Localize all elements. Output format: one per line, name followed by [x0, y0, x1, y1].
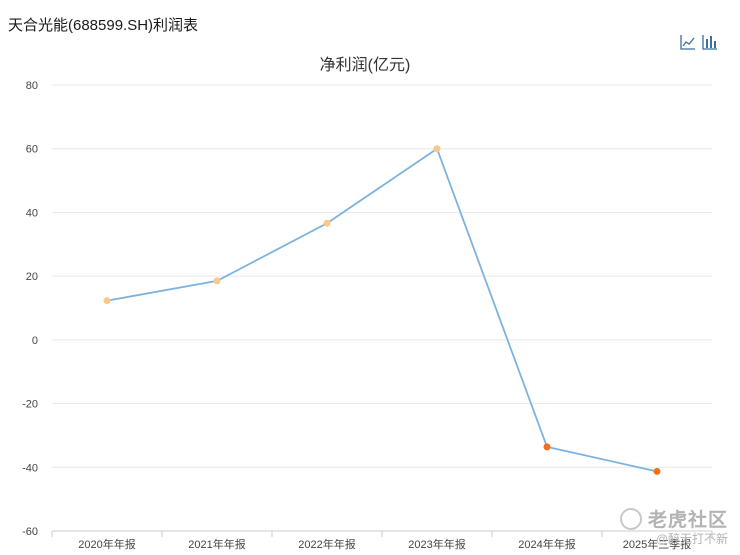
- data-point[interactable]: [323, 219, 331, 227]
- y-tick-label: 40: [26, 207, 38, 219]
- watermark-user: @醉无打不新: [655, 532, 728, 546]
- y-tick-label: 20: [26, 271, 38, 283]
- x-tick-label: 2021年年报: [188, 537, 245, 551]
- axis-layer: 80 60 40 20 0 -20 -40 -60 2020年年报 2021年年报 2022年年报 2…: [22, 80, 713, 551]
- watermark-brand: 老虎社区: [647, 510, 728, 531]
- y-tick-label: -20: [22, 399, 38, 411]
- series-line: [106, 147, 658, 473]
- grid-layer: [52, 84, 712, 532]
- y-tick-label: -60: [22, 526, 38, 538]
- x-tick-label: 2020年年报: [78, 537, 135, 551]
- data-point[interactable]: [103, 297, 111, 305]
- y-tick-label: 0: [32, 335, 38, 347]
- x-tick-label: 2024年年报: [518, 537, 575, 551]
- data-point[interactable]: [543, 443, 551, 451]
- y-tick-label: -40: [22, 462, 38, 474]
- x-tick-label: 2023年年报: [408, 537, 465, 551]
- tiger-logo-icon: [619, 507, 642, 530]
- chart-title: 净利润(亿元): [320, 56, 411, 74]
- data-point[interactable]: [433, 145, 441, 153]
- watermark-logo: 老虎社区: [619, 505, 728, 532]
- y-tick-label: 60: [26, 144, 38, 156]
- y-tick-label: 80: [26, 80, 38, 92]
- line-chart: 净利润(亿元) 80 60 40 20 0 -20 -40 -60 2020年年报 2021年年报…: [22, 56, 713, 551]
- watermark: 老虎社区 @醉无打不新: [619, 505, 728, 547]
- x-tick-label: 2022年年报: [298, 537, 355, 551]
- data-point[interactable]: [653, 467, 661, 475]
- points-layer: [103, 145, 661, 475]
- data-point[interactable]: [213, 277, 221, 285]
- series-layer: [106, 147, 658, 473]
